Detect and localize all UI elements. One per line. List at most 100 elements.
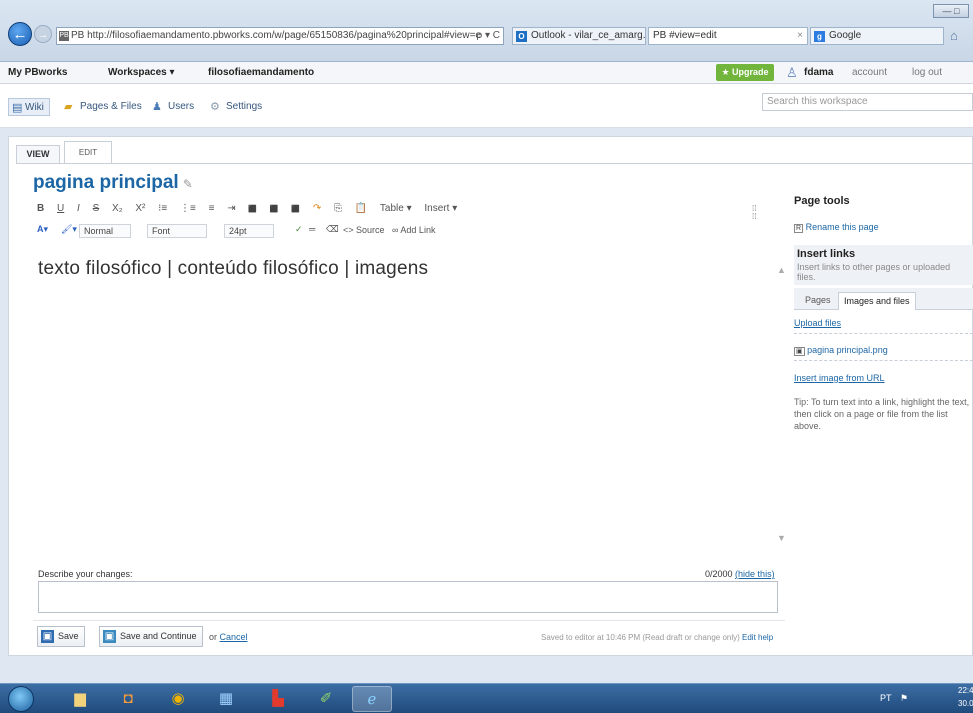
- file-item[interactable]: ▣ pagina principal.png: [794, 345, 888, 356]
- rename-label: Rename this page: [805, 222, 879, 232]
- rename-icon: R: [794, 224, 804, 233]
- saved-info: Saved to editor at 10:46 PM (Read draft …: [541, 633, 773, 642]
- close-tab-icon[interactable]: ×: [797, 28, 803, 44]
- add-link-button[interactable]: ∞ Add Link: [392, 225, 435, 235]
- pencil-icon[interactable]: ✎: [183, 177, 193, 191]
- edit-tab[interactable]: EDIT: [64, 141, 112, 164]
- insert-links-box: Insert links Insert links to other pages…: [794, 245, 973, 285]
- source-button[interactable]: <> Source: [343, 225, 385, 235]
- font-size-select[interactable]: 24pt: [224, 224, 274, 238]
- divider: [794, 333, 973, 334]
- insert-image-url-link[interactable]: Insert image from URL: [794, 373, 885, 383]
- save-button[interactable]: ▣ Save: [37, 626, 85, 647]
- tab-outlook[interactable]: O Outlook - vilar_ce_amarg...: [512, 27, 646, 45]
- font-color-icon[interactable]: A▾: [37, 224, 48, 235]
- tab-pages[interactable]: Pages: [800, 292, 836, 310]
- hr-icon[interactable]: ═: [309, 224, 315, 234]
- google-icon: g: [814, 31, 825, 42]
- tray-lang[interactable]: PT: [880, 693, 891, 703]
- cancel-link[interactable]: Cancel: [220, 632, 248, 642]
- tab-settings[interactable]: ⚙ Settings: [210, 98, 262, 116]
- floppy-icon: ▣: [41, 630, 54, 643]
- tab-divider: [16, 163, 973, 164]
- clock-date[interactable]: 30.0: [958, 689, 973, 713]
- upload-files-link[interactable]: Upload files: [794, 318, 841, 328]
- superscript-button[interactable]: X²: [135, 203, 145, 214]
- workspaces-menu[interactable]: Workspaces ▾: [108, 62, 175, 84]
- hide-link[interactable]: (hide this): [735, 569, 775, 579]
- back-icon[interactable]: ←: [8, 22, 32, 46]
- explorer-icon[interactable]: ▆: [60, 686, 100, 712]
- start-button[interactable]: [8, 686, 34, 712]
- outlook-taskbar-icon[interactable]: ◘: [108, 686, 148, 712]
- save-row: ▣ Save ▣ Save and Continue or Cancel Sav…: [33, 620, 785, 650]
- font-select[interactable]: Font: [147, 224, 207, 238]
- format-select[interactable]: Normal: [79, 224, 131, 238]
- expand-editor-icon[interactable]: ⁞⁞ ⁞⁞: [752, 205, 756, 221]
- spellcheck-icon[interactable]: ✓: [295, 224, 303, 235]
- align-left-button[interactable]: ⬛: [248, 206, 257, 213]
- page-tools-panel: Page tools R Rename this page Insert lin…: [790, 190, 973, 440]
- eraser-icon[interactable]: ⌫: [326, 224, 339, 235]
- gear-icon: ⚙: [210, 101, 220, 113]
- describe-changes-input[interactable]: [38, 581, 778, 613]
- editor-area[interactable]: [33, 254, 785, 551]
- workspace-search-input[interactable]: Search this workspace: [762, 93, 973, 111]
- subscript-button[interactable]: X₂: [112, 203, 123, 214]
- editor-content[interactable]: texto filosófico | conteúdo filosófico |…: [38, 258, 428, 280]
- paste-icon[interactable]: 📋: [355, 203, 367, 214]
- outdent-button[interactable]: ≡: [209, 203, 215, 214]
- tab-label: Pages & Files: [80, 101, 142, 112]
- ie-icon[interactable]: ℯ: [352, 686, 392, 712]
- logout-link[interactable]: log out: [912, 62, 942, 84]
- app-icon[interactable]: ▦: [206, 686, 246, 712]
- copy-icon[interactable]: ⎘: [334, 203, 342, 214]
- strike-button[interactable]: S: [93, 203, 100, 214]
- tab-pbworks-active[interactable]: PB #view=edit ×: [648, 27, 808, 45]
- view-tab[interactable]: VIEW: [16, 145, 60, 164]
- save-continue-button[interactable]: ▣ Save and Continue: [99, 626, 203, 647]
- insert-menu[interactable]: Insert ▾: [424, 203, 457, 214]
- users-icon: ♟: [152, 101, 162, 113]
- chrome-icon[interactable]: ◉: [158, 686, 198, 712]
- pbworks-favicon-icon: PB: [59, 31, 69, 41]
- flag-icon[interactable]: ⚑: [900, 693, 908, 703]
- address-bar[interactable]: PB PB http://filosofiaemandamento.pbwork…: [56, 27, 504, 45]
- account-link[interactable]: account: [852, 62, 887, 84]
- tab-google[interactable]: g Google: [810, 27, 944, 45]
- scroll-up-icon[interactable]: ▲: [777, 265, 786, 275]
- rename-link[interactable]: R Rename this page: [794, 222, 879, 233]
- tab-pages-files[interactable]: ▰ Pages & Files: [64, 98, 142, 116]
- forward-icon[interactable]: →: [34, 25, 52, 43]
- italic-button[interactable]: I: [77, 203, 80, 214]
- window-controls[interactable]: — □: [933, 4, 969, 18]
- bold-button[interactable]: B: [37, 203, 44, 214]
- user-name[interactable]: fdama: [804, 62, 833, 84]
- acrobat-icon[interactable]: ▙: [258, 686, 298, 712]
- save-continue-label: Save and Continue: [120, 631, 197, 641]
- undo-icon[interactable]: ↷: [313, 203, 321, 214]
- paint-icon[interactable]: ✐: [306, 686, 346, 712]
- workspace-name[interactable]: filosofiaemandamento: [208, 62, 314, 84]
- tab-label: PB #view=edit: [653, 30, 717, 41]
- or-text: or: [209, 632, 218, 642]
- tab-wiki[interactable]: ▤ Wiki: [8, 98, 50, 116]
- align-right-button[interactable]: ⬛: [291, 206, 300, 213]
- scroll-down-icon[interactable]: ▼: [777, 533, 786, 543]
- insert-links-tabs: Pages Images and files: [794, 288, 973, 310]
- home-icon[interactable]: ⌂: [950, 27, 970, 45]
- indent-button[interactable]: ⇥: [227, 203, 235, 214]
- table-menu[interactable]: Table ▾: [380, 203, 412, 214]
- address-controls[interactable]: ρ ▾ C: [477, 28, 501, 44]
- tab-label: Wiki: [25, 102, 44, 113]
- underline-button[interactable]: U: [57, 203, 64, 214]
- tab-images-files[interactable]: Images and files: [838, 292, 916, 310]
- tab-users[interactable]: ♟ Users: [152, 98, 194, 116]
- highlight-icon[interactable]: 🖌▾: [61, 224, 77, 235]
- brand-link[interactable]: My PBworks: [8, 62, 67, 84]
- align-center-button[interactable]: ⬛: [270, 206, 279, 213]
- number-list-button[interactable]: ⋮≡: [180, 203, 196, 214]
- edit-help-link[interactable]: Edit help: [742, 633, 773, 642]
- upgrade-button[interactable]: ★ Upgrade Now!: [716, 64, 774, 94]
- bullet-list-button[interactable]: ⁝≡: [158, 203, 167, 214]
